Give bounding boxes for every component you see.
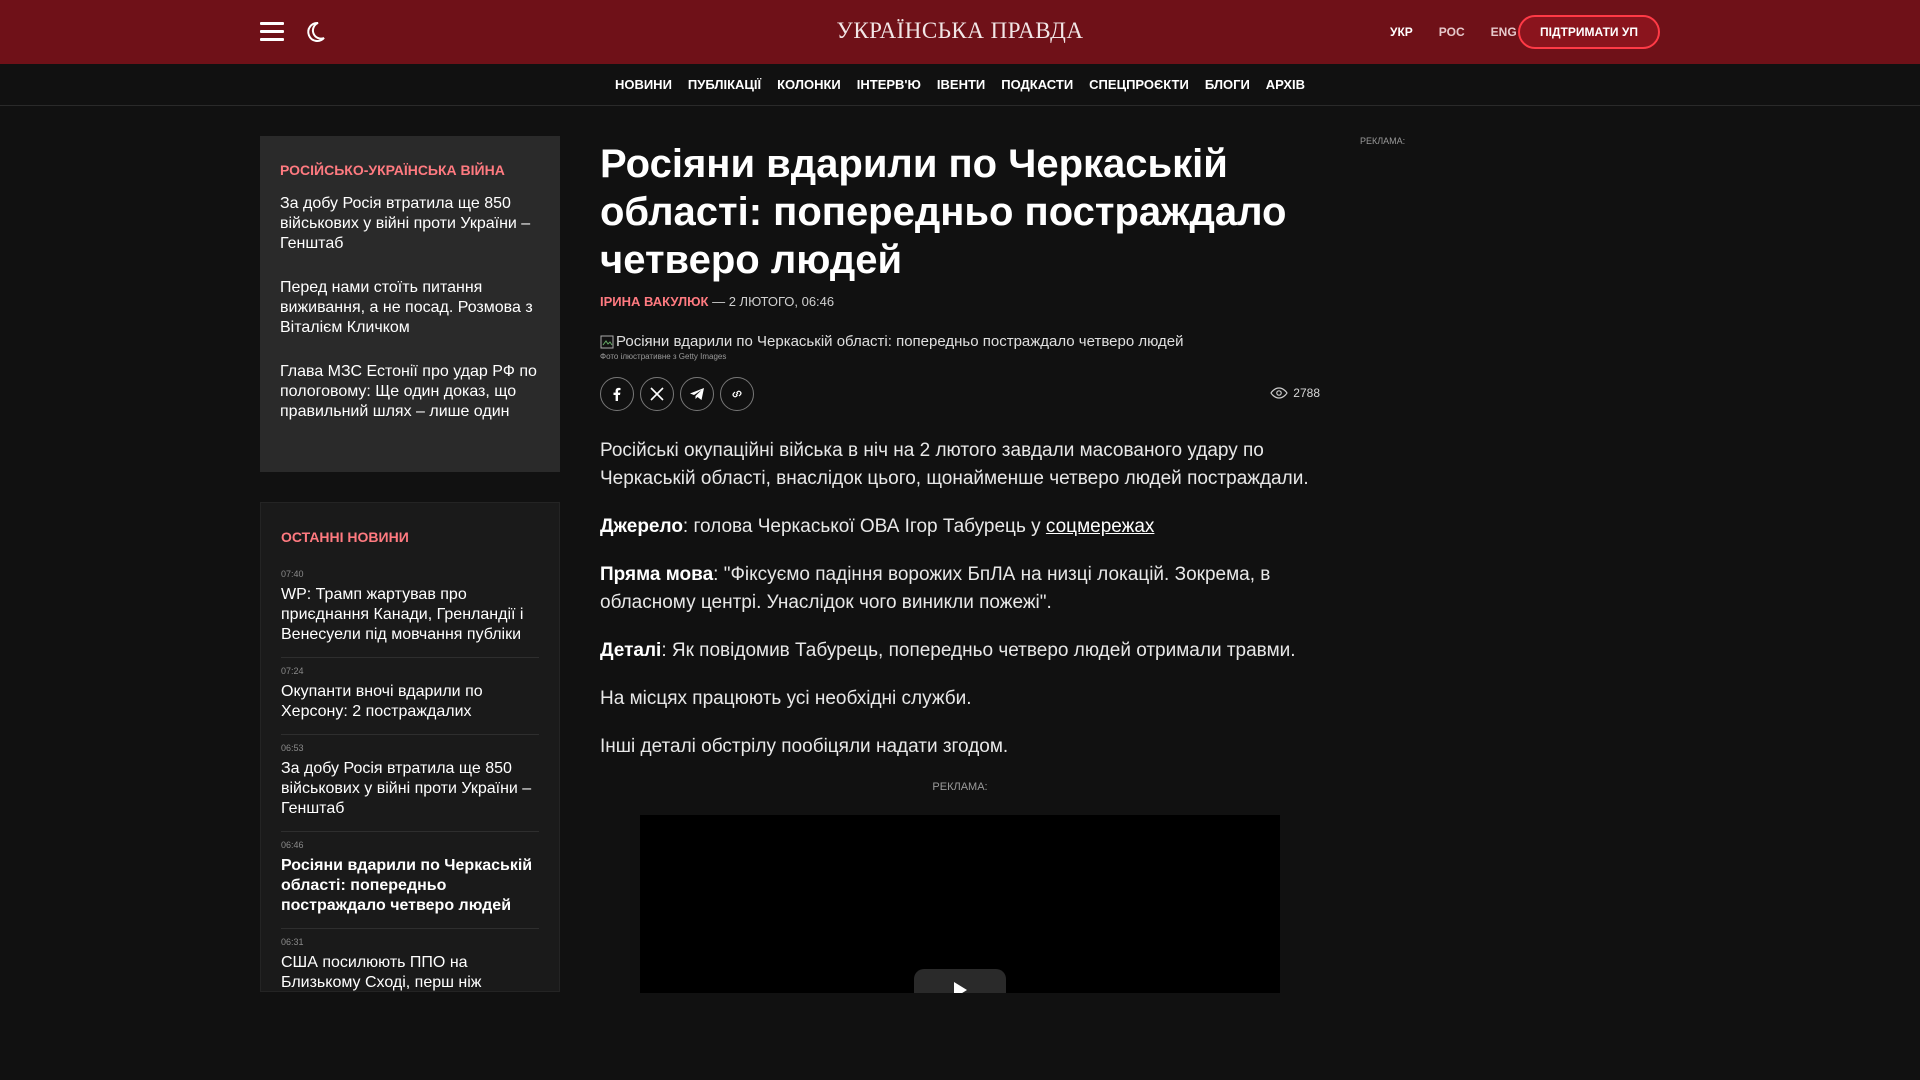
ad-label: РЕКЛАМА: xyxy=(932,781,988,793)
news-time: 07:40 xyxy=(281,569,304,579)
telegram-share-icon[interactable] xyxy=(680,377,714,411)
main-nav: НОВИНИ ПУБЛІКАЦІЇ КОЛОНКИ ІНТЕРВ'Ю ІВЕНТ… xyxy=(0,64,1920,106)
play-button[interactable] xyxy=(914,969,1006,995)
dark-mode-moon-icon[interactable] xyxy=(303,20,327,44)
nav-news[interactable]: НОВИНИ xyxy=(615,77,672,92)
news-list-item-current[interactable]: 06:46 Росіяни вдарили по Черкаській обла… xyxy=(281,832,539,929)
source-label: Джерело xyxy=(600,516,683,537)
author-link[interactable]: ІРИНА ВАКУЛЮК xyxy=(600,294,708,309)
top-header: УКРАЇНСЬКА ПРАВДА УКР РОС ENG ПІДТРИМАТИ… xyxy=(0,0,1920,64)
lang-ros[interactable]: РОС xyxy=(1439,25,1465,39)
war-news-panel: РОСІЙСЬКО-УКРАЇНСЬКА ВІЙНА За добу Росія… xyxy=(260,136,560,472)
facebook-share-icon[interactable] xyxy=(600,377,634,411)
right-ad-label: РЕКЛАМА: xyxy=(1360,136,1406,146)
article-date: — 2 ЛЮТОГО, 06:46 xyxy=(708,294,835,309)
menu-icon[interactable] xyxy=(260,22,284,42)
nav-publications[interactable]: ПУБЛІКАЦІЇ xyxy=(688,77,761,92)
nav-archive[interactable]: АРХІВ xyxy=(1266,77,1305,92)
article: Росіяни вдарили по Черкаській області: п… xyxy=(600,140,1320,793)
article-body: Російські окупаційні війська в ніч на 2 … xyxy=(600,437,1320,761)
social-media-link[interactable]: соцмережах xyxy=(1046,516,1155,537)
nav-events[interactable]: ІВЕНТИ xyxy=(937,77,985,92)
video-ad-player[interactable] xyxy=(640,815,1280,995)
war-news-item[interactable]: Глава МЗС Естонії про удар РФ по пологов… xyxy=(280,362,540,422)
lang-eng[interactable]: ENG xyxy=(1491,25,1517,39)
latest-news-panel: ОСТАННІ НОВИНИ 07:40 WP: Трамп жартував … xyxy=(260,502,560,992)
views-count: 2788 xyxy=(1293,386,1320,400)
news-headline: США посилюють ППО на Близькому Сході, пе… xyxy=(281,954,482,991)
photo-alt-text: Росіяни вдарили по Черкаській області: п… xyxy=(616,333,1184,350)
nav-blogs[interactable]: БЛОГИ xyxy=(1205,77,1250,92)
war-panel-title[interactable]: РОСІЙСЬКО-УКРАЇНСЬКА ВІЙНА xyxy=(280,162,540,178)
news-time: 07:24 xyxy=(281,666,304,676)
support-button[interactable]: ПІДТРИМАТИ УП xyxy=(1518,15,1660,49)
war-news-item[interactable]: За добу Росія втратила ще 850 військових… xyxy=(280,194,540,254)
news-headline: WP: Трамп жартував про приєднання Канади… xyxy=(281,586,524,643)
views-counter: 2788 xyxy=(1270,386,1320,400)
broken-image-icon xyxy=(600,335,614,348)
paragraph-source: Джерело: голова Черкаської ОВА Ігор Табу… xyxy=(600,513,1320,541)
site-logo[interactable]: УКРАЇНСЬКА ПРАВДА xyxy=(760,18,1160,44)
share-bar: 2788 xyxy=(600,377,1320,413)
eye-icon xyxy=(1270,387,1288,399)
nav-podcasts[interactable]: ПОДКАСТИ xyxy=(1001,77,1073,92)
paragraph: Інші деталі обстрілу пообіцяли надати зг… xyxy=(600,736,1009,757)
source-text: : голова Черкаської ОВА Ігор Табурець у xyxy=(682,516,1046,537)
news-headline: За добу Росія втратила ще 850 військових… xyxy=(281,760,532,817)
news-time: 06:31 xyxy=(281,937,304,947)
news-list-item[interactable]: 07:24 Окупанти вночі вдарили по Херсону:… xyxy=(281,658,539,735)
paragraph-quote: Пряма мова: "Фіксуємо падіння ворожих Бп… xyxy=(600,561,1320,617)
nav-special-projects[interactable]: СПЕЦПРОЄКТИ xyxy=(1089,77,1189,92)
copy-link-icon[interactable] xyxy=(720,377,754,411)
news-headline: Окупанти вночі вдарили по Херсону: 2 пос… xyxy=(281,683,483,720)
news-list-item[interactable]: 06:53 За добу Росія втратила ще 850 війс… xyxy=(281,735,539,832)
quote-label: Пряма мова xyxy=(600,564,714,585)
news-list-item[interactable]: 07:40 WP: Трамп жартував про приєднання … xyxy=(281,561,539,658)
paragraph-details: Деталі: Як повідомив Табурець, попереднь… xyxy=(600,637,1320,665)
lang-ukr[interactable]: УКР xyxy=(1390,25,1413,39)
nav-columns[interactable]: КОЛОНКИ xyxy=(777,77,841,92)
news-headline: Росіяни вдарили по Черкаській області: п… xyxy=(281,857,533,914)
x-share-icon[interactable] xyxy=(640,377,674,411)
news-time: 06:53 xyxy=(281,743,304,753)
page-footer-area xyxy=(0,993,1920,1080)
article-byline: ІРИНА ВАКУЛЮК — 2 ЛЮТОГО, 06:46 xyxy=(600,294,1320,309)
war-news-item[interactable]: Перед нами стоїть питання виживання, а н… xyxy=(280,278,540,338)
news-list-item[interactable]: 06:31 США посилюють ППО на Близькому Схо… xyxy=(281,929,539,991)
article-headline: Росіяни вдарили по Черкаській області: п… xyxy=(600,142,1287,282)
news-time: 06:46 xyxy=(281,840,304,850)
photo-credit: Фото ілюстративне з Getty Images xyxy=(600,352,727,361)
details-label: Деталі xyxy=(600,640,662,661)
paragraph: На місцях працюють усі необхідні служби. xyxy=(600,688,972,709)
paragraph: Російські окупаційні війська в ніч на 2 … xyxy=(600,440,1309,489)
language-switcher: УКР РОС ENG xyxy=(1390,25,1517,39)
article-photo: Росіяни вдарили по Черкаській області: п… xyxy=(600,333,1320,350)
details-text: : Як повідомив Табурець, попередньо четв… xyxy=(661,640,1296,661)
latest-news-title[interactable]: ОСТАННІ НОВИНИ xyxy=(281,529,539,545)
nav-interview[interactable]: ІНТЕРВ'Ю xyxy=(857,77,921,92)
